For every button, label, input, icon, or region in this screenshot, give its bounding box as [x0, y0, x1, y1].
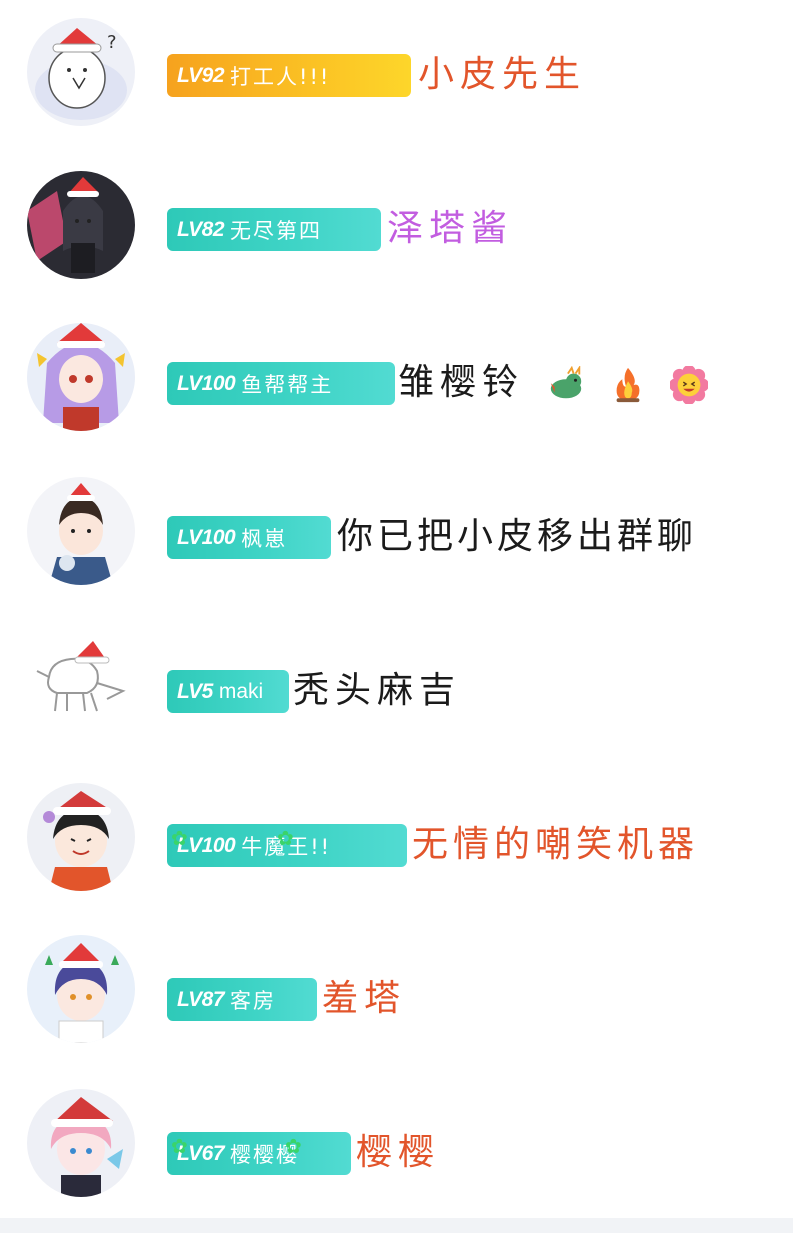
member-row[interactable]: LV87 客房 羞塔: [0, 924, 793, 1078]
avatar[interactable]: [27, 323, 135, 431]
nickname: 无情的嘲笑机器: [412, 824, 700, 865]
nickname: 泽塔酱: [387, 208, 514, 249]
level-badge: ✿ ✿ LV67 樱樱樱: [167, 1132, 351, 1175]
group-title: 枫崽: [241, 526, 288, 551]
member-row[interactable]: ✿ ✿ LV67 樱樱樱 樱樱: [0, 1078, 793, 1232]
member-row[interactable]: LV100 鱼帮帮主 雏樱铃: [0, 308, 793, 462]
avatar[interactable]: [27, 477, 135, 585]
nickname: 羞塔: [322, 978, 407, 1019]
nickname-text: 雏樱铃: [398, 362, 525, 403]
nickname: 你已把小皮移出群聊: [337, 516, 698, 557]
level-label: LV82: [177, 217, 225, 241]
level-label: LV92: [177, 63, 225, 87]
nickname: 小皮先生: [418, 54, 587, 95]
level-badge: LV5 maki: [167, 670, 289, 713]
avatar[interactable]: [27, 171, 135, 279]
level-badge: LV87 客房: [167, 978, 317, 1021]
level-badge: LV92 打工人!!!: [167, 54, 411, 97]
nickname: 雏樱铃: [398, 355, 709, 411]
sparkle-icon: ✿: [171, 826, 188, 850]
sparkle-icon: ✿: [285, 1134, 302, 1158]
sparkle-icon: ✿: [277, 826, 294, 850]
group-title: maki: [218, 679, 264, 703]
level-label: LV100: [177, 525, 236, 549]
level-label: LV5: [177, 679, 213, 703]
level-label: LV87: [177, 987, 225, 1011]
level-label: LV100: [177, 371, 236, 395]
level-badge: ✿ ✿ LV100 牛魔王!!: [167, 824, 407, 867]
avatar[interactable]: ?: [27, 18, 135, 126]
group-title: 打工人!!!: [230, 64, 331, 89]
group-title: 鱼帮帮主: [241, 372, 334, 397]
avatar[interactable]: [27, 1089, 135, 1197]
member-row[interactable]: LV100 枫崽 你已把小皮移出群聊: [0, 462, 793, 616]
svg-text:?: ?: [107, 32, 117, 53]
fire-icon: [616, 367, 640, 403]
group-title: 客房: [230, 988, 277, 1013]
dragon-icon: [551, 366, 582, 399]
level-badge: LV100 鱼帮帮主: [167, 362, 395, 405]
avatar[interactable]: [27, 631, 135, 739]
smiling-flower-icon: [670, 366, 709, 404]
avatar[interactable]: [27, 935, 135, 1043]
avatar[interactable]: [27, 783, 135, 891]
member-row[interactable]: ? LV92 打工人!!! 小皮先生: [0, 0, 793, 154]
member-row[interactable]: LV82 无尽第四 泽塔酱: [0, 154, 793, 308]
nickname: 秃头麻吉: [293, 670, 462, 711]
nickname: 樱樱: [356, 1132, 441, 1173]
group-title: 无尽第四: [230, 218, 323, 243]
level-badge: LV82 无尽第四: [167, 208, 381, 251]
member-row[interactable]: ✿ ✿ LV100 牛魔王!! 无情的嘲笑机器: [0, 770, 793, 924]
sparkle-icon: ✿: [171, 1134, 188, 1158]
member-row[interactable]: LV5 maki 秃头麻吉: [0, 616, 793, 770]
bottom-divider: [0, 1218, 793, 1233]
level-badge: LV100 枫崽: [167, 516, 331, 559]
